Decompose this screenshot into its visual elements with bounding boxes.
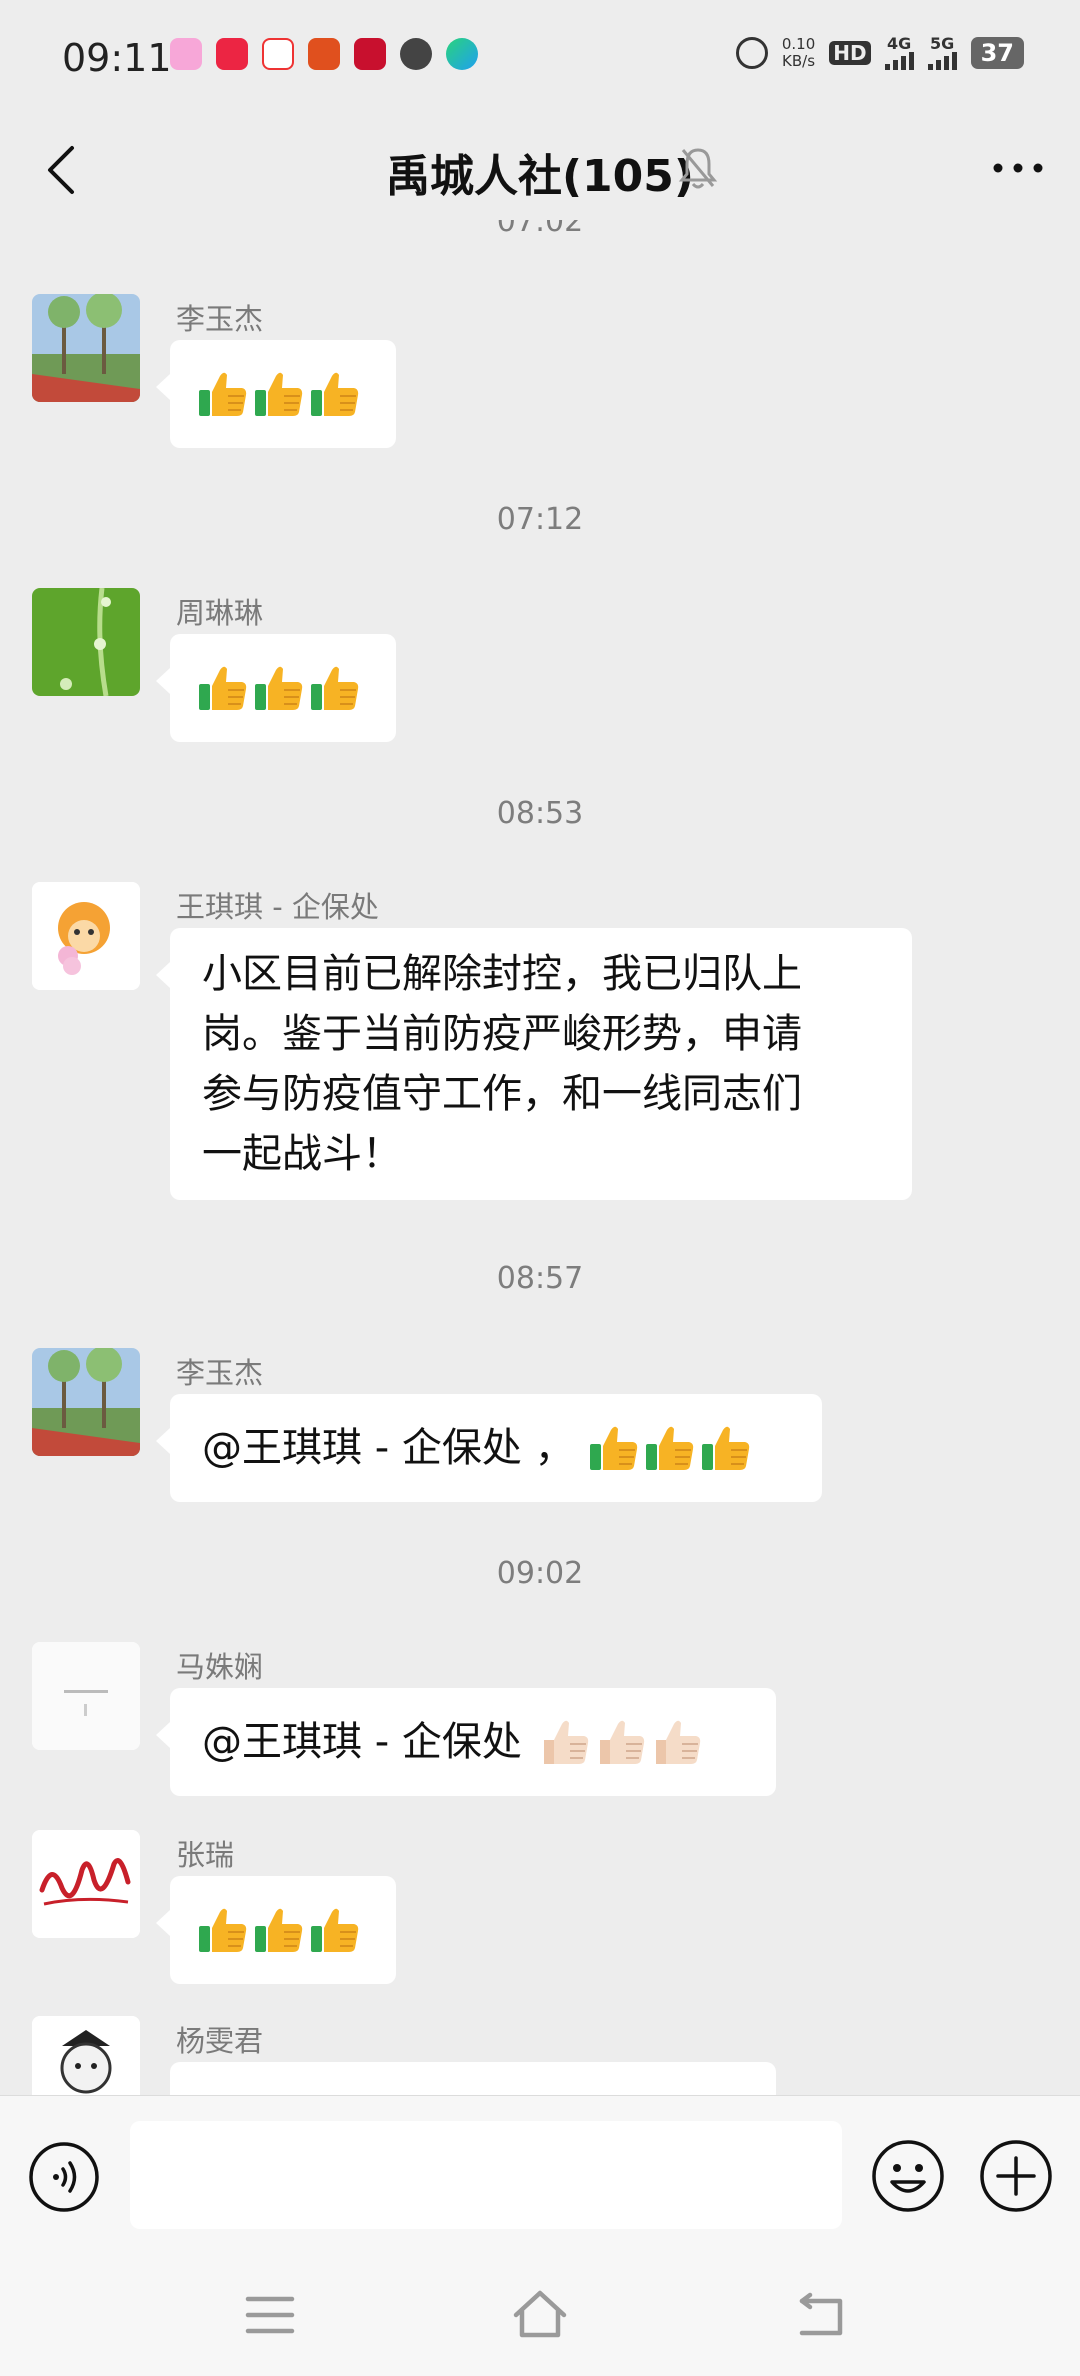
avatar-mashuxian[interactable]: [32, 1642, 140, 1750]
input-bar: [0, 2095, 1080, 2256]
thumbs-up-emojis: [198, 664, 368, 712]
hd-badge: HD: [829, 41, 871, 65]
message-bubble[interactable]: [156, 340, 396, 448]
message-line: 小区目前已解除封控，我已归队上: [202, 951, 802, 997]
sender-name: 张瑞: [176, 1838, 235, 1872]
sender-name: 马姝娴: [176, 1650, 264, 1684]
camera-app-icon: [170, 38, 202, 70]
map-pin-app-icon: [262, 38, 294, 70]
message-content: @王琪琪 - 企保处 ，: [202, 1418, 790, 1478]
signal-bars-icon: [884, 52, 914, 70]
signal-4g: 4G: [884, 34, 914, 70]
status-time: 09:11: [62, 36, 172, 80]
network-speed: 0.10 KB/s: [782, 36, 815, 70]
menu-icon[interactable]: [240, 2287, 300, 2343]
red-app-icon: [354, 38, 386, 70]
status-indicators: 0.10 KB/s HD 4G 5G 37: [735, 34, 1024, 70]
avatar-wangqiqi[interactable]: [32, 882, 140, 990]
thumbs-up-emojis: [198, 370, 368, 418]
chat-title: 禹城人社(105): [385, 151, 695, 202]
plus-icon[interactable]: [978, 2138, 1054, 2214]
avatar-image: [32, 1642, 140, 1750]
avatar-image: [32, 2016, 140, 2095]
thumbs-up-icon: [540, 1718, 590, 1766]
message-text: @王琪琪 - 企保处: [202, 1719, 522, 1765]
thumbs-up-icon: [645, 1424, 695, 1472]
message-text: @王琪琪 - 企保处 ，: [202, 1425, 575, 1471]
back-nav-icon[interactable]: [792, 2287, 852, 2343]
message-list[interactable]: 07:02 李玉杰 07:12 周琳琳 08:53 王琪琪 - 企保处 小区目前…: [0, 220, 1080, 2095]
orange-app-icon: [308, 38, 340, 70]
system-nav-bar: [0, 2255, 1080, 2376]
thumbs-up-icon: [589, 1424, 639, 1472]
thumbs-up-icon: [310, 370, 360, 418]
message-line: 参与防疫值守工作，和一线同志们: [202, 1071, 802, 1117]
sender-name: 王琪琪 - 企保处: [176, 890, 379, 924]
avatar-liyujie[interactable]: [32, 294, 140, 402]
timestamp: 08:53: [496, 796, 584, 831]
sender-name: 周琳琳: [176, 596, 264, 630]
message-bubble[interactable]: [156, 1876, 396, 1984]
message-bubble[interactable]: [170, 2062, 776, 2095]
signal-bars-icon: [927, 52, 957, 70]
avatar-image: [32, 588, 140, 696]
net-speed-value: 0.10: [781, 35, 816, 53]
avatar-liyujie[interactable]: [32, 1348, 140, 1456]
timestamp: 09:02: [496, 1556, 584, 1591]
timestamp: 07:02: [496, 220, 584, 239]
sender-name: 杨雯君: [176, 2024, 264, 2058]
alarm-icon: [735, 37, 768, 69]
chat-header: 禹城人社(105): [0, 120, 1080, 220]
avatar-image: [32, 1348, 140, 1456]
message-bubble[interactable]: 小区目前已解除封控，我已归队上 岗。鉴于当前防疫严峻形势，申请 参与防疫值守工作…: [156, 928, 912, 1200]
thumbs-up-emojis: [198, 1906, 368, 1954]
emoji-icon[interactable]: [870, 2138, 946, 2214]
thumbs-up-icon: [254, 370, 304, 418]
thumbs-up-icon: [596, 1718, 646, 1766]
signal-5g-label: 5G: [929, 34, 955, 53]
notification-icons: [170, 38, 478, 70]
timestamp: 08:57: [496, 1261, 584, 1296]
mute-bell-icon: [678, 148, 718, 189]
thumbs-up-icon: [310, 664, 360, 712]
timestamp: 07:12: [496, 502, 584, 537]
signal-4g-label: 4G: [886, 34, 912, 53]
message-line: 一起战斗！: [202, 1131, 402, 1177]
message-line: 岗。鉴于当前防疫严峻形势，申请: [202, 1011, 802, 1057]
avatar-image: [32, 1830, 140, 1938]
message-input[interactable]: [130, 2121, 842, 2229]
thumbs-up-icon: [310, 1906, 360, 1954]
thumbs-up-icon: [254, 1906, 304, 1954]
sender-name: 李玉杰: [176, 302, 264, 336]
home-icon[interactable]: [510, 2287, 570, 2343]
battery-indicator: 37: [970, 37, 1024, 69]
sender-name: 李玉杰: [176, 1356, 264, 1390]
speedometer-app-icon: [400, 38, 432, 70]
signal-5g: 5G: [927, 34, 957, 70]
avatar-yangwenjun[interactable]: [32, 2016, 140, 2095]
play-app-icon: [446, 38, 478, 70]
message-bubble[interactable]: [156, 634, 396, 742]
voice-input-icon[interactable]: [28, 2141, 100, 2213]
avatar-zhoulinlin[interactable]: [32, 588, 140, 696]
thumbs-up-icon: [198, 370, 248, 418]
thumbs-up-icon: [701, 1424, 751, 1472]
avatar-image: [32, 882, 140, 990]
xiaohongshu-app-icon: [216, 38, 248, 70]
thumbs-up-icon: [198, 664, 248, 712]
thumbs-up-icon: [198, 1906, 248, 1954]
thumbs-up-icon: [254, 664, 304, 712]
message-content: @王琪琪 - 企保处: [202, 1712, 744, 1772]
message-bubble[interactable]: @王琪琪 - 企保处 ，: [156, 1394, 822, 1502]
avatar-zhangrui[interactable]: [32, 1830, 140, 1938]
message-bubble[interactable]: @王琪琪 - 企保处: [156, 1688, 776, 1796]
net-speed-unit: KB/s: [782, 52, 816, 70]
more-options-icon[interactable]: [988, 144, 1048, 192]
avatar-image: [32, 294, 140, 402]
thumbs-up-icon: [652, 1718, 702, 1766]
status-bar: 09:11 0.10 KB/s HD 4G 5G 37: [0, 0, 1080, 120]
